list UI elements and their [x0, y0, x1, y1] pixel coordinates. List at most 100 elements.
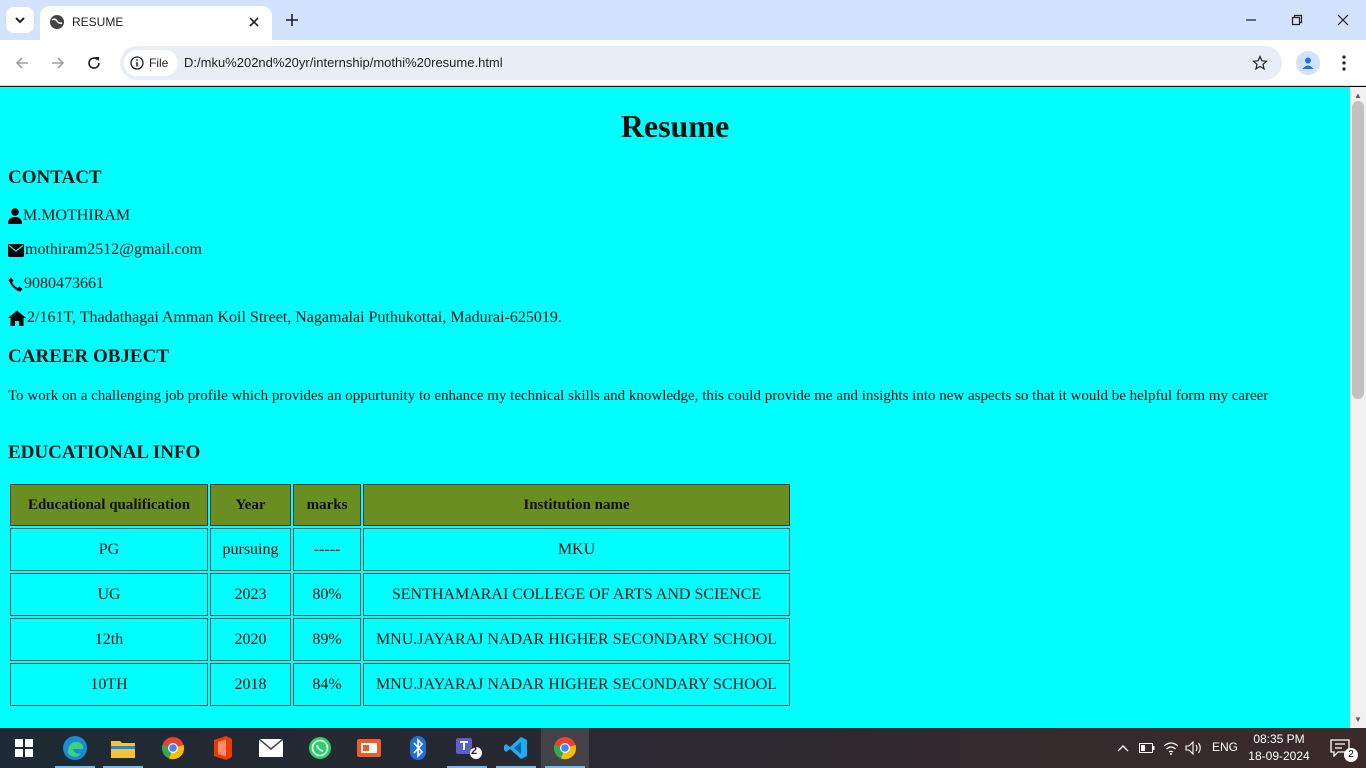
new-tab-button[interactable]	[280, 8, 304, 32]
tab-search-button[interactable]	[6, 7, 34, 33]
minimize-button[interactable]	[1228, 4, 1274, 36]
tab-close-button[interactable]	[244, 12, 264, 32]
minimize-icon	[1246, 19, 1256, 21]
restore-button[interactable]	[1274, 4, 1320, 36]
user-icon	[1302, 57, 1314, 69]
chevron-down-icon	[15, 17, 25, 24]
table-row: PG pursuing ----- MKU	[10, 528, 790, 571]
contact-name-line: M.MOTHIRAM	[8, 207, 130, 225]
contact-email: mothiram2512@gmail.com	[25, 241, 202, 258]
notification-badge: 2	[1344, 748, 1358, 762]
column-header: Educational qualification	[10, 484, 208, 526]
education-table: Educational qualification Year marks Ins…	[8, 482, 792, 708]
close-window-button[interactable]	[1320, 4, 1366, 36]
edge-icon	[63, 736, 87, 760]
table-row: 12th 2020 89% MNU.JAYARAJ NADAR HIGHER S…	[10, 618, 790, 661]
table-cell: -----	[293, 528, 361, 571]
chrome-icon	[162, 737, 184, 760]
more-vertical-icon	[1342, 55, 1346, 71]
education-heading: EDUCATIONAL INFO	[8, 442, 201, 463]
browser-tab[interactable]: RESUME	[40, 6, 272, 40]
bluetooth-icon	[410, 736, 426, 760]
teams-icon	[456, 738, 482, 759]
site-info-label: File	[149, 56, 169, 70]
taskbar-chrome[interactable]	[149, 728, 197, 768]
table-cell: 2023	[210, 573, 291, 616]
career-objective-text: To work on a challenging job profile whi…	[8, 388, 1269, 404]
table-cell: 10TH	[10, 663, 208, 706]
back-button[interactable]	[8, 49, 36, 77]
chrome-icon	[554, 737, 576, 760]
windows-taskbar: 2 ENG 08:35 PM 18-09-2024 2	[0, 728, 1366, 768]
contact-phone: 9080473661	[24, 275, 104, 292]
clock[interactable]: 08:35 PM 18-09-2024	[1244, 731, 1314, 765]
notification-center-button[interactable]: 2	[1318, 728, 1362, 768]
table-cell: 2018	[210, 663, 291, 706]
battery-button[interactable]	[1136, 728, 1158, 768]
scrollbar-thumb[interactable]	[1352, 101, 1364, 399]
taskbar-whatsapp[interactable]	[296, 728, 344, 768]
table-cell: MNU.JAYARAJ NADAR HIGHER SECONDARY SCHOO…	[363, 618, 790, 661]
url-text[interactable]: D:/mku%202nd%20yr/internship/mothi%20res…	[184, 55, 503, 70]
taskbar-vscode[interactable]	[492, 728, 540, 768]
reload-button[interactable]	[80, 49, 108, 77]
folder-icon	[111, 741, 135, 758]
vertical-scrollbar[interactable]: ▲ ▼	[1350, 87, 1366, 728]
taskbar-chrome-active[interactable]	[541, 728, 589, 768]
table-cell: 89%	[293, 618, 361, 661]
whatsapp-icon	[309, 737, 331, 759]
globe-icon	[50, 15, 64, 29]
page-title: Resume	[620, 108, 730, 144]
home-icon	[8, 310, 26, 326]
vscode-icon	[504, 737, 527, 759]
table-cell: MKU	[363, 528, 790, 571]
table-cell: PG	[10, 528, 208, 571]
taskbar-bluetooth[interactable]	[394, 728, 442, 768]
browser-toolbar: File D:/mku%202nd%20yr/internship/mothi%…	[0, 40, 1366, 86]
contact-email-line: mothiram2512@gmail.com	[8, 241, 202, 259]
network-button[interactable]	[1160, 728, 1182, 768]
column-header: Institution name	[363, 484, 790, 526]
bookmark-button[interactable]	[1250, 53, 1270, 73]
table-cell: 12th	[10, 618, 208, 661]
tab-title: RESUME	[72, 15, 124, 29]
scroll-down-arrow-icon[interactable]: ▼	[1354, 715, 1362, 724]
table-cell: pursuing	[210, 528, 291, 571]
browser-menu-button[interactable]	[1334, 51, 1354, 75]
page-viewport: Resume CONTACT M.MOTHIRAM mothiram2512@g…	[0, 87, 1350, 728]
arrow-right-icon	[52, 57, 65, 69]
table-cell: UG	[10, 573, 208, 616]
reload-icon	[88, 57, 100, 69]
taskbar-edge[interactable]	[51, 728, 99, 768]
column-header: Year	[210, 484, 291, 526]
language-indicator[interactable]: ENG	[1212, 740, 1238, 754]
show-hidden-icons-button[interactable]	[1112, 728, 1134, 768]
taskbar-mail[interactable]	[247, 728, 295, 768]
contact-heading: CONTACT	[8, 167, 102, 188]
restore-icon	[1291, 14, 1303, 26]
windows-logo-icon	[15, 739, 33, 757]
star-icon	[1252, 55, 1268, 71]
chevron-up-icon	[1117, 745, 1129, 752]
info-icon	[130, 56, 144, 70]
taskbar-file-explorer[interactable]	[99, 728, 147, 768]
taskbar-office[interactable]	[198, 728, 246, 768]
site-info-chip[interactable]: File	[124, 50, 179, 76]
profile-button[interactable]	[1296, 51, 1320, 75]
taskbar-presentation[interactable]	[345, 728, 393, 768]
column-header: marks	[293, 484, 361, 526]
table-cell: MNU.JAYARAJ NADAR HIGHER SECONDARY SCHOO…	[363, 663, 790, 706]
table-row: 10TH 2018 84% MNU.JAYARAJ NADAR HIGHER S…	[10, 663, 790, 706]
mail-icon	[259, 739, 283, 757]
teams-badge: 2	[471, 745, 478, 757]
forward-button[interactable]	[44, 49, 72, 77]
volume-button[interactable]	[1183, 728, 1205, 768]
contact-address-line: 2/161T, Thadathagai Amman Koil Street, N…	[8, 309, 562, 327]
phone-icon	[8, 277, 23, 291]
arrow-left-icon	[15, 57, 28, 69]
address-bar[interactable]: File D:/mku%202nd%20yr/internship/mothi%…	[120, 46, 1282, 80]
start-button[interactable]	[0, 728, 48, 768]
plus-icon	[286, 14, 298, 26]
scroll-up-arrow-icon[interactable]: ▲	[1354, 91, 1362, 100]
taskbar-teams[interactable]: 2	[443, 728, 491, 768]
